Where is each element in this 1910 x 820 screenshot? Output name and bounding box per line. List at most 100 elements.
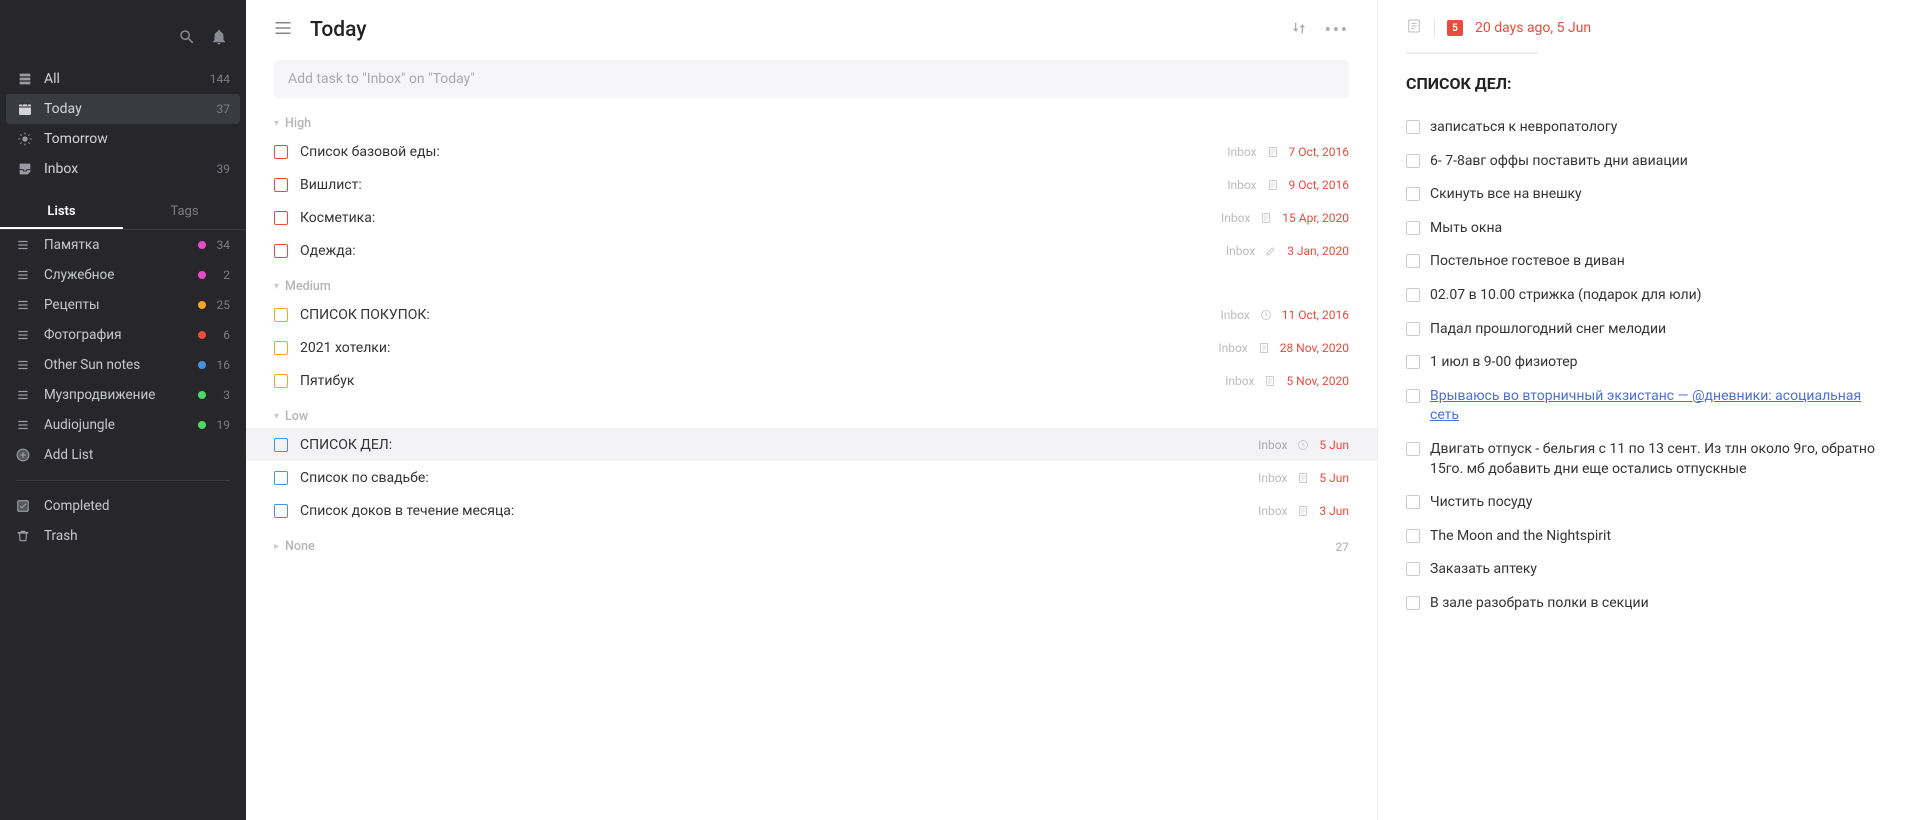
checklist-item[interactable]: The Moon and the Nightspirit	[1406, 520, 1882, 554]
item-checkbox[interactable]	[1406, 389, 1420, 403]
task-checkbox[interactable]	[274, 438, 288, 452]
item-checkbox[interactable]	[1406, 562, 1420, 576]
item-text: Постельное гостевое в диван	[1430, 252, 1625, 272]
task-row[interactable]: Список базовой еды: Inbox 7 Oct, 2016	[246, 135, 1377, 168]
section-label: Medium	[285, 279, 331, 294]
task-date: 15 Apr, 2020	[1282, 211, 1349, 225]
task-row[interactable]: Пятибук Inbox 5 Nov, 2020	[246, 364, 1377, 397]
detail-date[interactable]: 20 days ago, 5 Jun	[1475, 20, 1591, 36]
doc-icon	[1260, 212, 1272, 224]
checklist-item[interactable]: Падал прошлогодний снег мелодии	[1406, 313, 1882, 347]
item-checkbox[interactable]	[1406, 442, 1420, 456]
task-checkbox[interactable]	[274, 178, 288, 192]
tab-lists[interactable]: Lists	[0, 196, 123, 229]
task-row[interactable]: Одежда: Inbox 3 Jan, 2020	[246, 234, 1377, 267]
doc-icon[interactable]	[1406, 18, 1422, 38]
item-checkbox[interactable]	[1406, 120, 1420, 134]
checklist-item[interactable]: 02.07 в 10.00 стрижка (подарок для юли)	[1406, 279, 1882, 313]
task-row[interactable]: СПИСОК ДЕЛ: Inbox 5 Jun	[246, 428, 1377, 461]
checklist-item[interactable]: В зале разобрать полки в секции	[1406, 587, 1882, 621]
task-folder: Inbox	[1258, 504, 1287, 518]
task-checkbox[interactable]	[274, 308, 288, 322]
task-title: Косметика:	[300, 210, 375, 226]
nav-all[interactable]: All 144	[0, 64, 246, 94]
list-item[interactable]: Памятка 34	[0, 230, 246, 260]
list-item[interactable]: Other Sun notes 16	[0, 350, 246, 380]
calendar-badge[interactable]: 5	[1447, 20, 1463, 36]
page-title: Today	[310, 18, 367, 42]
nav-inbox[interactable]: Inbox 39	[0, 154, 246, 184]
nav-today[interactable]: Today 37	[6, 94, 240, 124]
task-row[interactable]: СПИСОК ПОКУПОК: Inbox 11 Oct, 2016	[246, 298, 1377, 331]
item-text: 6- 7-8авг оффы поставить дни авиации	[1430, 152, 1688, 172]
checklist-item[interactable]: 1 июл в 9-00 физиотер	[1406, 346, 1882, 380]
item-checkbox[interactable]	[1406, 154, 1420, 168]
section-head-medium[interactable]: ▾ Medium	[246, 267, 1377, 298]
add-list-button[interactable]: Add List	[0, 440, 246, 470]
item-checkbox[interactable]	[1406, 187, 1420, 201]
inbox-icon	[16, 161, 34, 177]
task-row[interactable]: Список по свадьбе: Inbox 5 Jun	[246, 461, 1377, 494]
list-item[interactable]: Музпродвижение 3	[0, 380, 246, 410]
add-task-input[interactable]: Add task to "Inbox" on "Today"	[274, 60, 1349, 98]
divider	[1434, 19, 1435, 37]
checklist-item[interactable]: записаться к невропатологу	[1406, 111, 1882, 145]
task-row[interactable]: Вишлист: Inbox 9 Oct, 2016	[246, 168, 1377, 201]
list-icon	[16, 388, 34, 402]
tomorrow-icon	[16, 131, 34, 147]
item-checkbox[interactable]	[1406, 596, 1420, 610]
task-meta: Inbox 3 Jun	[1258, 504, 1349, 518]
list-label: Памятка	[44, 237, 100, 253]
list-item[interactable]: Служебное 2	[0, 260, 246, 290]
item-checkbox[interactable]	[1406, 221, 1420, 235]
task-checkbox[interactable]	[274, 341, 288, 355]
checklist-item[interactable]: Постельное гостевое в диван	[1406, 245, 1882, 279]
checklist-item[interactable]: Чистить посуду	[1406, 486, 1882, 520]
sort-icon[interactable]	[1291, 20, 1307, 40]
item-checkbox[interactable]	[1406, 355, 1420, 369]
task-checkbox[interactable]	[274, 211, 288, 225]
checklist-item[interactable]: 6- 7-8авг оффы поставить дни авиации	[1406, 145, 1882, 179]
checklist-item[interactable]: Двигать отпуск - бельгия с 11 по 13 сент…	[1406, 433, 1882, 486]
section-head-high[interactable]: ▾ High	[246, 104, 1377, 135]
list-item[interactable]: Фотография 6	[0, 320, 246, 350]
menu-icon[interactable]	[274, 21, 292, 39]
list-count: 25	[214, 298, 230, 312]
detail-heading: СПИСОК ДЕЛ:	[1406, 74, 1882, 93]
nav-completed[interactable]: Completed	[0, 491, 246, 521]
checklist-item[interactable]: Скинуть все на внешку	[1406, 178, 1882, 212]
item-checkbox[interactable]	[1406, 288, 1420, 302]
list-count: 3	[214, 388, 230, 402]
section-head-none[interactable]: ▸ None 27	[246, 527, 1377, 558]
checklist-item[interactable]: Врываюсь во вторничный экзистанс — @днев…	[1406, 380, 1882, 433]
section-head-low[interactable]: ▾ Low	[246, 397, 1377, 428]
search-icon[interactable]	[178, 28, 196, 50]
task-checkbox[interactable]	[274, 145, 288, 159]
task-row[interactable]: Список доков в течение месяца: Inbox 3 J…	[246, 494, 1377, 527]
item-checkbox[interactable]	[1406, 254, 1420, 268]
task-row[interactable]: 2021 хотелки: Inbox 28 Nov, 2020	[246, 331, 1377, 364]
list-item[interactable]: Рецепты 25	[0, 290, 246, 320]
item-checkbox[interactable]	[1406, 322, 1420, 336]
nav-tomorrow[interactable]: Tomorrow	[0, 124, 246, 154]
task-checkbox[interactable]	[274, 471, 288, 485]
checklist-item[interactable]: Мыть окна	[1406, 212, 1882, 246]
task-folder: Inbox	[1227, 145, 1256, 159]
list-count: 34	[214, 238, 230, 252]
sidebar: All 144 Today 37 Tomorrow Inbox 39 Lists…	[0, 0, 246, 820]
task-checkbox[interactable]	[274, 504, 288, 518]
checklist-item[interactable]: Заказать аптеку	[1406, 553, 1882, 587]
nav-trash[interactable]: Trash	[0, 521, 246, 551]
more-icon[interactable]: •••	[1325, 20, 1349, 41]
list-item[interactable]: Audiojungle 19	[0, 410, 246, 440]
tab-tags[interactable]: Tags	[123, 196, 246, 229]
task-checkbox[interactable]	[274, 244, 288, 258]
list-label: Музпродвижение	[44, 387, 155, 403]
item-text[interactable]: Врываюсь во вторничный экзистанс — @днев…	[1430, 387, 1882, 426]
item-checkbox[interactable]	[1406, 529, 1420, 543]
task-checkbox[interactable]	[274, 374, 288, 388]
list-icon	[16, 358, 34, 372]
item-checkbox[interactable]	[1406, 495, 1420, 509]
task-row[interactable]: Косметика: Inbox 15 Apr, 2020	[246, 201, 1377, 234]
bell-icon[interactable]	[210, 28, 228, 50]
